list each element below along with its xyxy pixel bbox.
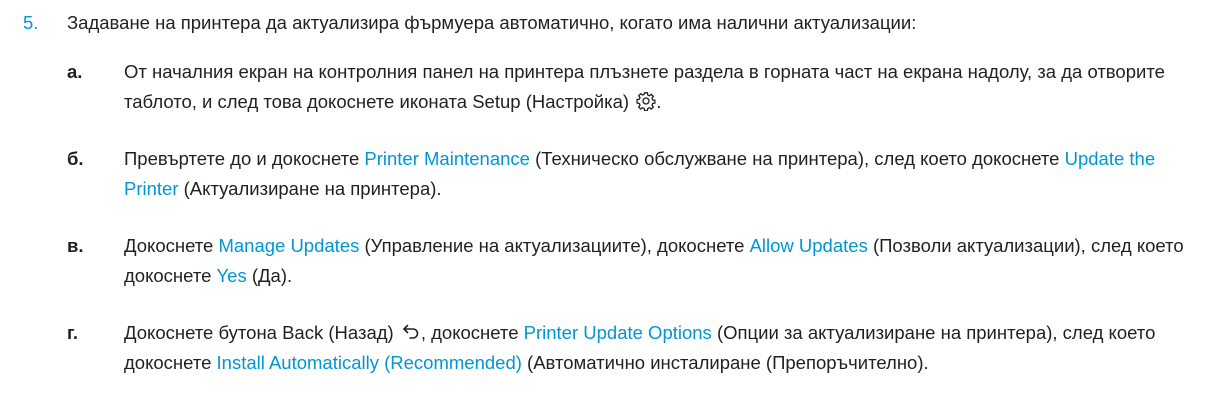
text-segment: Докоснете [124,235,219,256]
text-segment: (Автоматично инсталиране (Препоръчително… [521,352,929,373]
install-automatically-link: Install Automatically (Recommended) [216,352,522,373]
substep-letter: а. [67,61,83,82]
substep-letter: б. [67,148,84,169]
text-segment: (Управление на актуализациите), докоснет… [359,235,750,256]
text-segment: Докоснете бутона Back (Назад) [124,322,394,343]
substep-text: Докоснете Manage Updates (Управление на … [124,231,1199,291]
step-number: 5. [23,12,39,33]
allow-updates-link: Allow Updates [749,235,868,256]
yes-link: Yes [216,265,247,286]
back-arrow-icon [401,321,421,341]
text-segment: Превъртете до и докоснете [124,148,365,169]
text-segment: (Да). [246,265,293,286]
text-segment: (Актуализиране на принтера). [178,178,442,199]
text-segment: , докоснете [420,322,524,343]
printer-update-options-link: Printer Update Options [523,322,712,343]
substep-text: Превъртете до и докоснете Printer Mainte… [124,144,1199,204]
step-text: Задаване на принтера да актуализира фърм… [67,12,917,33]
printer-maintenance-link: Printer Maintenance [364,148,530,169]
gear-icon [636,90,656,112]
text-segment: . [656,91,662,112]
substep-text: Докоснете бутона Back (Назад) , докоснет… [124,318,1199,378]
substep-text: От началния екран на контролния панел на… [124,57,1199,117]
text-segment: (Техническо обслужване на принтера), сле… [529,148,1065,169]
manage-updates-link: Manage Updates [218,235,360,256]
substep-letter: в. [67,235,84,256]
substep-letter: г. [67,322,78,343]
